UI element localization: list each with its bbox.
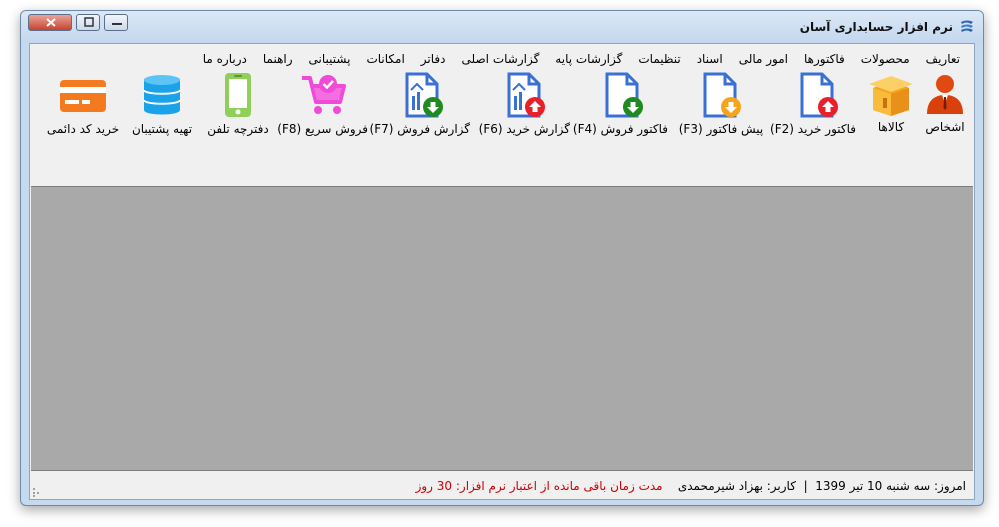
phonebook-label: دفترچه تلفن	[207, 122, 269, 136]
shopping-cart-icon	[302, 75, 346, 114]
database-icon	[143, 75, 181, 115]
person-icon	[927, 75, 963, 114]
report-upload-icon	[507, 72, 545, 118]
window-title: نرم افزار حسابداری آسان	[799, 20, 953, 34]
maximize-button[interactable]	[76, 14, 100, 31]
purchase-invoice-button[interactable]: فاکتور خرید (F2)	[770, 72, 856, 136]
backup-label: تهیه پشتیبان	[131, 122, 193, 136]
menu-financial[interactable]: امور مالی	[731, 50, 796, 70]
document-upload-icon	[800, 72, 838, 118]
goods-button[interactable]: کالاها	[866, 72, 916, 134]
mobile-phone-icon	[225, 73, 251, 117]
mdi-workspace[interactable]	[31, 186, 973, 471]
document-download-icon	[605, 72, 643, 118]
menu-features[interactable]: امکانات	[358, 50, 412, 70]
menu-documents[interactable]: اسناد	[689, 50, 731, 70]
status-license-remaining: مدت زمان باقی مانده از اعتبار نرم افزار:…	[415, 479, 663, 493]
box-icon	[869, 76, 913, 116]
phonebook-button[interactable]: دفترچه تلفن	[206, 72, 270, 136]
sales-report-label: گزارش فروش (F7)	[369, 122, 470, 136]
status-bar: امروز: سه شنبه 10 تیر 1399 | کاربر: بهزا…	[30, 473, 974, 499]
toolbar: اشخاص کالاها فاکتور خرید (F2) پیش فاکتور…	[30, 72, 974, 144]
minimize-button[interactable]	[104, 14, 128, 31]
menu-definitions[interactable]: تعاریف	[918, 50, 968, 70]
sales-invoice-button[interactable]: فاکتور فروش (F4)	[572, 72, 668, 136]
menu-help[interactable]: راهنما	[255, 50, 301, 70]
credit-card-icon	[60, 80, 106, 112]
quick-sale-button[interactable]: فروش سریع (F8)	[277, 72, 368, 136]
menu-basic-reports[interactable]: گزارشات پایه	[547, 50, 630, 70]
minimize-icon	[112, 23, 122, 25]
status-today: امروز: سه شنبه 10 تیر 1399	[815, 479, 966, 493]
status-user: کاربر: بهزاد شیرمحمدی	[677, 479, 796, 493]
close-icon	[46, 18, 56, 27]
menu-settings[interactable]: تنظیمات	[630, 50, 688, 70]
quick-sale-label: فروش سریع (F8)	[277, 122, 368, 136]
menu-bar: تعاریف محصولات فاکتورها امور مالی اسناد …	[195, 50, 968, 70]
status-divider: |	[803, 479, 808, 493]
resize-grip-icon[interactable]	[32, 487, 42, 497]
menu-about[interactable]: درباره ما	[195, 50, 255, 70]
report-download-icon	[405, 72, 443, 118]
goods-label: کالاها	[877, 120, 905, 134]
buy-code-label: خرید کد دائمی	[46, 122, 120, 136]
menu-products[interactable]: محصولات	[853, 50, 918, 70]
status-text: امروز: سه شنبه 10 تیر 1399 | کاربر: بهزا…	[416, 479, 966, 493]
pre-invoice-label: پیش فاکتور (F3)	[678, 122, 764, 136]
client-area: تعاریف محصولات فاکتورها امور مالی اسناد …	[29, 43, 975, 500]
purchase-invoice-label: فاکتور خرید (F2)	[770, 122, 856, 136]
close-button[interactable]	[28, 14, 72, 31]
document-pending-icon	[703, 72, 741, 118]
purchase-report-button[interactable]: گزارش خرید (F6)	[478, 72, 570, 136]
app-window: نرم افزار حسابداری آسان تعاریف محصولات ف…	[20, 10, 984, 506]
backup-button[interactable]: تهیه پشتیبان	[126, 72, 198, 136]
title-bar: نرم افزار حسابداری آسان	[21, 11, 983, 43]
buy-code-button[interactable]: خرید کد دائمی	[44, 72, 122, 136]
persons-label: اشخاص	[925, 120, 965, 134]
app-logo-icon	[961, 20, 973, 32]
menu-support[interactable]: پشتیبانی	[301, 50, 359, 70]
menu-ledgers[interactable]: دفاتر	[413, 50, 454, 70]
sales-report-button[interactable]: گزارش فروش (F7)	[369, 72, 470, 136]
pre-invoice-button[interactable]: پیش فاکتور (F3)	[678, 72, 764, 136]
menu-main-reports[interactable]: گزارشات اصلی	[454, 50, 548, 70]
maximize-icon	[84, 17, 94, 27]
menu-invoices[interactable]: فاکتورها	[796, 50, 853, 70]
persons-button[interactable]: اشخاص	[920, 72, 970, 134]
purchase-report-label: گزارش خرید (F6)	[478, 122, 570, 136]
sales-invoice-label: فاکتور فروش (F4)	[572, 122, 668, 136]
